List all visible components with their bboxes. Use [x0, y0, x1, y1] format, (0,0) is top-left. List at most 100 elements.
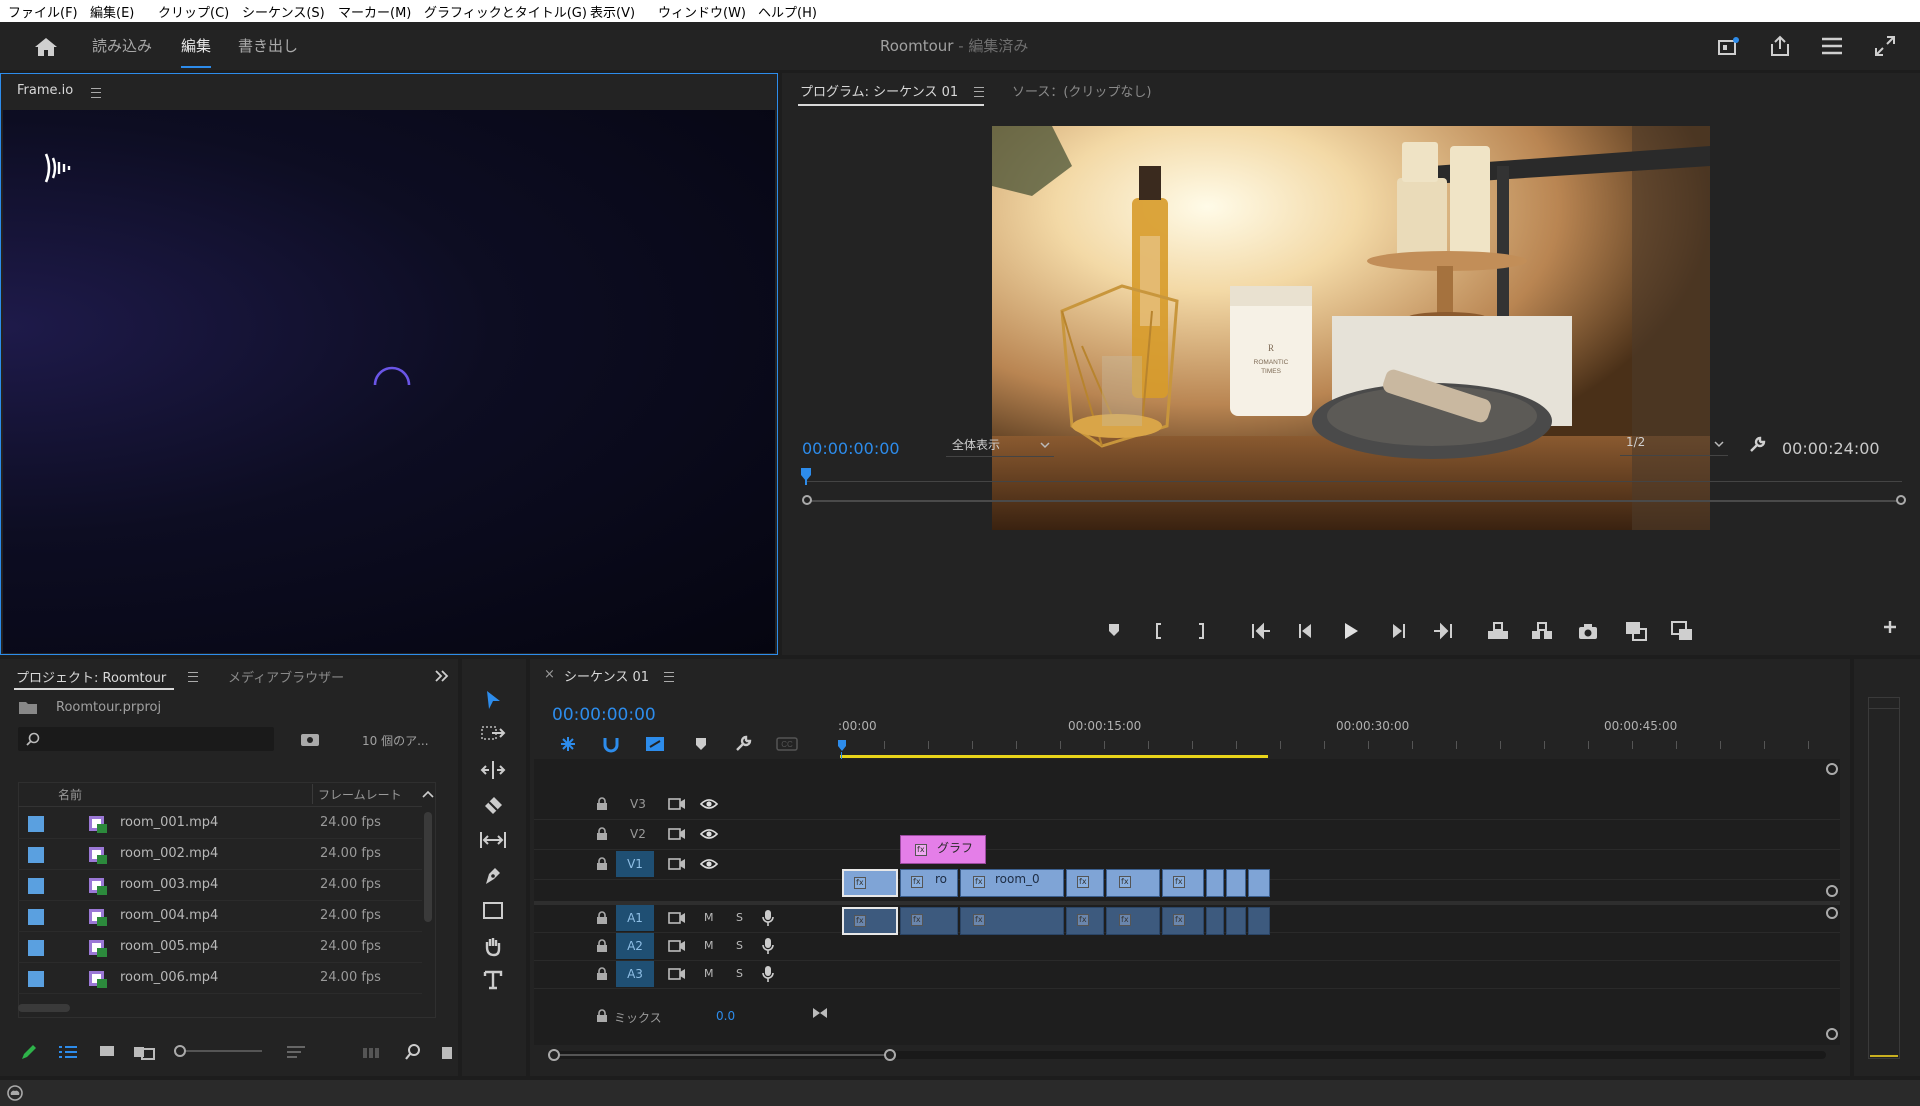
hand-icon[interactable]	[482, 935, 504, 957]
track-name[interactable]: V3	[630, 797, 646, 811]
step-back-icon[interactable]	[1296, 622, 1314, 640]
ruler-ticks[interactable]	[840, 741, 1840, 749]
timeline-hscroll-thumb[interactable]	[554, 1054, 890, 1056]
tab-program[interactable]: プログラム: シーケンス 01	[800, 81, 958, 100]
eye-icon[interactable]	[700, 857, 718, 871]
v-scroll-handle-v-bottom[interactable]	[1826, 885, 1838, 897]
tab-project[interactable]: プロジェクト: Roomtour	[16, 667, 166, 686]
track-target[interactable]: V1	[616, 851, 654, 877]
sync-lock-icon[interactable]	[668, 939, 686, 953]
lock-icon[interactable]	[596, 1009, 608, 1023]
writable-pencil-icon[interactable]	[20, 1043, 38, 1061]
label-color-swatch[interactable]	[28, 847, 44, 863]
overflow-icon[interactable]	[434, 669, 450, 683]
sync-lock-icon[interactable]	[668, 797, 686, 811]
lock-icon[interactable]	[596, 967, 608, 981]
menu-graphics[interactable]: グラフィックとタイトル(G)	[424, 2, 587, 21]
tab-edit[interactable]: 編集	[181, 35, 212, 68]
home-icon[interactable]	[34, 36, 58, 58]
go-to-in-icon[interactable]	[1250, 622, 1272, 640]
clip-indicator[interactable]	[1868, 697, 1900, 709]
menu-file[interactable]: ファイル(F)	[8, 2, 78, 21]
a1-clip-5[interactable]: fx	[1106, 907, 1160, 935]
extract-icon[interactable]	[1530, 621, 1554, 641]
panel-menu-icon[interactable]	[664, 672, 674, 682]
scroll-handle-left[interactable]	[802, 495, 812, 505]
v-scroll-handle-top[interactable]	[1826, 763, 1838, 775]
list-item[interactable]: room_006.mp4 24.00 fps	[18, 963, 422, 994]
panel-menu-icon[interactable]	[188, 672, 198, 682]
tab-media-browser[interactable]: メディアブラウザー	[228, 667, 344, 686]
v1-clip-3[interactable]: fx room_0	[960, 869, 1064, 897]
a1-clip-1[interactable]: fx	[842, 907, 898, 935]
frameio-title[interactable]: Frame.io	[17, 83, 73, 98]
rectangle-tool-icon[interactable]	[482, 901, 504, 921]
track-select-tool-icon[interactable]	[480, 724, 506, 744]
a-scroll-handle-bottom[interactable]	[1826, 1028, 1838, 1040]
captions-icon[interactable]: CC	[776, 737, 798, 751]
track-name[interactable]: V2	[630, 827, 646, 841]
menu-sequence[interactable]: シーケンス(S)	[242, 2, 325, 21]
freeform-view-icon[interactable]	[132, 1043, 158, 1061]
lock-icon[interactable]	[596, 939, 608, 953]
v1-clip-5[interactable]: fx	[1106, 869, 1160, 897]
v1-clip-2[interactable]: fx ro	[900, 869, 958, 897]
close-icon[interactable]: ×	[544, 667, 555, 682]
timeline-hscroll-right[interactable]	[884, 1049, 896, 1061]
playhead-icon[interactable]	[837, 739, 847, 753]
icon-view-icon[interactable]	[98, 1044, 116, 1060]
a1-clip-3[interactable]: fx	[960, 907, 1064, 935]
column-divider[interactable]	[312, 784, 313, 804]
resolution-dropdown[interactable]: 1/2	[1620, 435, 1728, 456]
lock-icon[interactable]	[596, 911, 608, 925]
play-icon[interactable]	[1342, 621, 1360, 641]
camera-icon[interactable]	[1578, 622, 1598, 640]
v1-clip-1[interactable]: fx	[842, 869, 898, 897]
slip-tool-icon[interactable]	[478, 829, 508, 851]
list-scrollbar[interactable]	[424, 812, 432, 922]
pen-icon[interactable]	[482, 864, 504, 886]
list-hscrollbar[interactable]	[18, 1004, 70, 1012]
tab-export[interactable]: 書き出し	[238, 35, 298, 56]
v1-clip-7[interactable]	[1206, 869, 1224, 897]
add-button-icon[interactable]	[1882, 619, 1898, 635]
track-target[interactable]: A1	[616, 905, 654, 931]
column-framerate[interactable]: フレームレート	[318, 786, 402, 803]
label-color-swatch[interactable]	[28, 971, 44, 987]
work-area-bar[interactable]	[840, 755, 1268, 758]
a1-clip-4[interactable]: fx	[1066, 907, 1104, 935]
mute-button[interactable]: M	[704, 911, 714, 924]
label-color-swatch[interactable]	[28, 878, 44, 894]
lock-icon[interactable]	[596, 857, 608, 871]
wrench-icon[interactable]	[734, 735, 752, 753]
timeline-timecode[interactable]: 00:00:00:00	[552, 705, 656, 725]
track-target[interactable]: A3	[616, 961, 654, 987]
program-timecode[interactable]: 00:00:00:00	[802, 439, 900, 458]
a1-clip-9[interactable]	[1248, 907, 1270, 935]
menu-window[interactable]: ウィンドウ(W)	[658, 2, 746, 21]
sync-lock-icon[interactable]	[668, 827, 686, 841]
solo-button[interactable]: S	[736, 967, 743, 980]
search-input[interactable]	[18, 727, 274, 751]
panel-menu-icon[interactable]	[974, 87, 984, 97]
menu-view[interactable]: 表示(V)	[590, 2, 635, 21]
a1-clip-6[interactable]: fx	[1162, 907, 1204, 935]
mic-icon[interactable]	[762, 909, 774, 927]
mix-expand-icon[interactable]	[812, 1007, 828, 1019]
column-name[interactable]: 名前	[58, 786, 82, 803]
automate-to-sequence-icon[interactable]	[362, 1045, 382, 1059]
sync-lock-icon[interactable]	[668, 911, 686, 925]
creative-cloud-icon[interactable]	[6, 1084, 24, 1102]
v1-clip-4[interactable]: fx	[1066, 869, 1104, 897]
a1-clip-2[interactable]: fx	[900, 907, 958, 935]
magnet-icon[interactable]	[602, 735, 620, 753]
list-item[interactable]: room_002.mp4 24.00 fps	[18, 839, 422, 870]
list-item[interactable]: room_003.mp4 24.00 fps	[18, 870, 422, 901]
a-scroll-handle-top[interactable]	[1826, 907, 1838, 919]
go-to-out-icon[interactable]	[1432, 622, 1454, 640]
quick-export-icon[interactable]	[1716, 36, 1740, 58]
menu-help[interactable]: ヘルプ(H)	[758, 2, 817, 21]
mark-out-icon[interactable]	[1196, 622, 1208, 640]
workspaces-icon[interactable]	[1820, 36, 1844, 56]
step-forward-icon[interactable]	[1390, 622, 1408, 640]
